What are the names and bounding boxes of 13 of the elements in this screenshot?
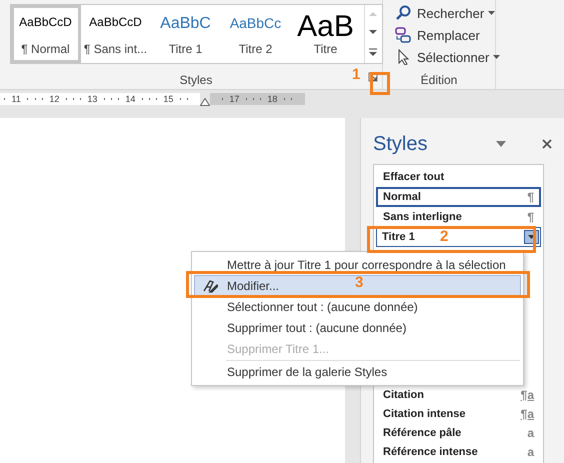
group-label: Édition — [420, 73, 458, 87]
ruler-number: 17 — [229, 94, 240, 104]
group-label: Styles — [180, 73, 212, 87]
ruler-number: 15 — [163, 94, 174, 104]
ruler-number: 11 — [12, 94, 21, 104]
ruler-number: 13 — [87, 94, 98, 104]
step-number: 3 — [355, 275, 364, 290]
pane-title: Styles — [373, 132, 428, 156]
ruler-number: 14 — [125, 94, 136, 104]
step-number: 1 — [352, 67, 360, 82]
step-number: 2 — [440, 229, 448, 244]
ruler-number: 12 — [49, 94, 60, 104]
ruler-number: 18 — [267, 94, 278, 104]
